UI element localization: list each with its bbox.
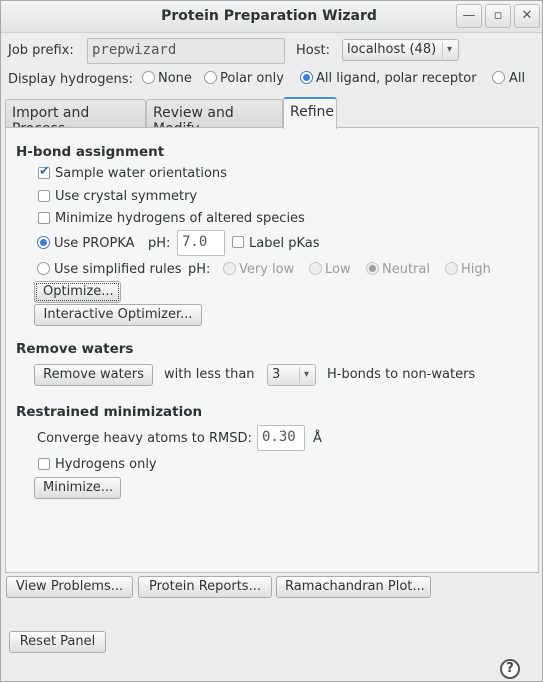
ph-very-low-label: Very low xyxy=(239,262,295,277)
host-select-value: localhost (48) xyxy=(347,42,437,57)
minimize-window-button[interactable]: — xyxy=(456,4,482,28)
chevron-down-icon: ▾ xyxy=(442,42,456,58)
job-prefix-input[interactable]: prepwizard xyxy=(87,38,285,64)
hbond-count-select[interactable]: 3 ▾ xyxy=(267,364,316,386)
ph-high-label: High xyxy=(461,262,491,277)
chevron-down-icon: ▾ xyxy=(299,367,313,383)
help-icon[interactable]: ? xyxy=(500,659,520,679)
protein-reports-button[interactable]: Protein Reports... xyxy=(138,576,272,598)
host-select[interactable]: localhost (48) ▾ xyxy=(342,39,459,61)
ph-low-label: Low xyxy=(325,262,351,277)
interactive-optimizer-button[interactable]: Interactive Optimizer... xyxy=(34,304,202,326)
display-h-all-label: All xyxy=(509,71,526,86)
remove-waters-section-title: Remove waters xyxy=(16,341,134,357)
ramachandran-plot-button[interactable]: Ramachandran Plot... xyxy=(276,576,431,598)
close-icon: ✕ xyxy=(521,8,533,23)
display-h-ligand-label: All ligand, polar receptor xyxy=(316,71,477,86)
ph-high-radio[interactable] xyxy=(445,262,458,275)
ph-low-radio[interactable] xyxy=(309,262,322,275)
display-h-all-radio[interactable] xyxy=(492,71,505,84)
label-pkas-checkbox[interactable] xyxy=(232,236,244,248)
sample-water-checkbox[interactable] xyxy=(38,164,50,179)
hydrogens-only-checkbox[interactable] xyxy=(38,458,50,470)
refine-panel: H-bond assignment Sample water orientati… xyxy=(5,127,539,573)
hbond-suffix-label: H-bonds to non-waters xyxy=(327,367,476,382)
with-less-than-label: with less than xyxy=(164,367,255,382)
window-title: Protein Preparation Wizard xyxy=(161,8,377,24)
display-h-none-label: None xyxy=(158,71,192,86)
propka-ph-input[interactable]: 7.0 xyxy=(177,230,225,256)
reset-panel-button[interactable]: Reset Panel xyxy=(9,631,106,653)
tab-import-and-process[interactable]: Import and Process xyxy=(5,99,146,137)
host-label: Host: xyxy=(296,43,330,58)
display-h-polar-label: Polar only xyxy=(220,71,284,86)
ph-neutral-label: Neutral xyxy=(382,262,430,277)
job-prefix-label: Job prefix: xyxy=(8,43,74,58)
converge-rmsd-label: Converge heavy atoms to RMSD: xyxy=(37,431,252,446)
sample-water-label: Sample water orientations xyxy=(55,166,227,181)
rmsd-input[interactable]: 0.30 xyxy=(257,425,305,451)
use-propka-radio[interactable] xyxy=(37,236,50,249)
maximize-icon: ▫ xyxy=(493,8,503,23)
hbond-count-value: 3 xyxy=(272,367,281,382)
label-pkas-label: Label pKas xyxy=(249,236,320,251)
minimize-hydrogens-label: Minimize hydrogens of altered species xyxy=(55,211,305,226)
tab-review-and-modify[interactable]: Review and Modify xyxy=(146,99,283,137)
ph-neutral-radio[interactable] xyxy=(366,262,379,275)
hydrogens-only-label: Hydrogens only xyxy=(55,457,157,472)
hbond-section-title: H-bond assignment xyxy=(16,144,165,160)
crystal-symmetry-checkbox[interactable] xyxy=(38,190,50,202)
simplified-rules-radio[interactable] xyxy=(37,262,50,275)
use-propka-label: Use PROPKA xyxy=(54,236,135,251)
simplified-rules-label: Use simplified rules xyxy=(54,262,182,277)
optimize-button[interactable]: Optimize... xyxy=(34,281,121,303)
rmsd-unit-label: Å xyxy=(313,431,322,446)
wizard-window: Protein Preparation Wizard — ▫ ✕ Job pre… xyxy=(0,0,543,682)
minimize-hydrogens-checkbox[interactable] xyxy=(38,212,50,224)
ph-very-low-radio[interactable] xyxy=(223,262,236,275)
display-h-polar-radio[interactable] xyxy=(204,71,217,84)
minimize-button[interactable]: Minimize... xyxy=(34,477,121,499)
crystal-symmetry-label: Use crystal symmetry xyxy=(55,189,198,204)
remove-waters-button[interactable]: Remove waters xyxy=(34,364,153,386)
minimization-section-title: Restrained minimization xyxy=(16,404,203,420)
title-bar: Protein Preparation Wizard — ▫ ✕ xyxy=(1,1,542,33)
maximize-window-button[interactable]: ▫ xyxy=(485,4,511,28)
simplified-ph-label: pH: xyxy=(188,262,211,277)
close-window-button[interactable]: ✕ xyxy=(514,4,540,28)
display-hydrogens-label: Display hydrogens: xyxy=(8,72,133,87)
view-problems-button[interactable]: View Problems... xyxy=(6,576,133,598)
propka-ph-label: pH: xyxy=(148,236,171,251)
display-h-ligand-radio[interactable] xyxy=(300,71,313,84)
minimize-icon: — xyxy=(462,8,476,23)
tab-refine[interactable]: Refine xyxy=(283,97,337,129)
display-h-none-radio[interactable] xyxy=(142,71,155,84)
